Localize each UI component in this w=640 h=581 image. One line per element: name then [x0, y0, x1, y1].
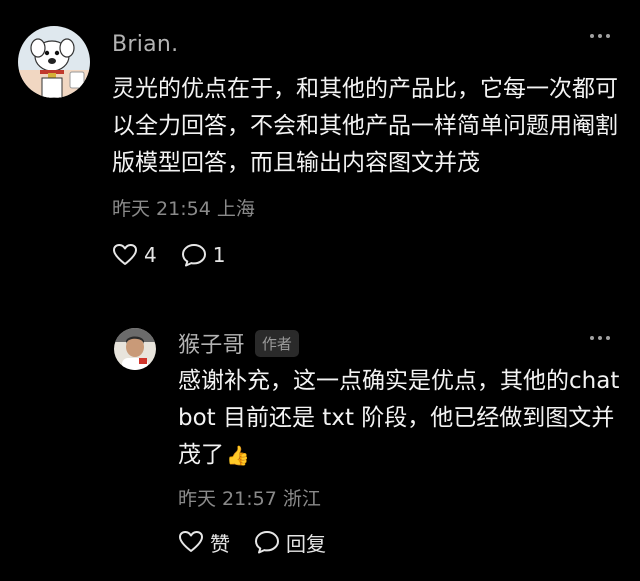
- person-photo-avatar-icon: [114, 328, 156, 370]
- heart-icon: [113, 244, 137, 265]
- cartoon-dog-avatar-icon: [18, 26, 90, 98]
- comment-body: Brian. 灵光的优点在于，和其他的产品比，它每一次都可以全力回答，不会和其他…: [112, 26, 628, 270]
- reply-button[interactable]: 回复: [254, 528, 326, 557]
- more-dot-icon: [598, 34, 602, 38]
- reply-body: 猴子哥 作者 感谢补充，这一点确实是优点，其他的chatbot 目前还是 txt…: [178, 328, 628, 557]
- reply-button[interactable]: 1: [181, 243, 226, 267]
- more-dot-icon: [590, 34, 594, 38]
- more-options-button[interactable]: [590, 336, 610, 340]
- reply-meta: 昨天 21:57 浙江: [178, 488, 321, 510]
- comment-actions: 4 1: [112, 240, 628, 270]
- heart-icon: [179, 531, 203, 552]
- comment-meta: 昨天 21:54 上海: [112, 198, 255, 220]
- reply-header: 猴子哥 作者: [178, 328, 628, 358]
- username[interactable]: Brian.: [112, 32, 178, 57]
- avatar[interactable]: [18, 26, 90, 98]
- thumbs-up-icon: 👍: [226, 445, 250, 467]
- username[interactable]: 猴子哥: [178, 327, 245, 359]
- like-count: 4: [144, 243, 157, 267]
- reply-actions: 赞 回复: [178, 527, 628, 557]
- like-label: 赞: [210, 531, 230, 556]
- more-dot-icon: [598, 336, 602, 340]
- more-dot-icon: [606, 34, 610, 38]
- like-button[interactable]: 赞: [178, 528, 230, 557]
- like-button[interactable]: 4: [112, 243, 157, 267]
- more-dot-icon: [606, 336, 610, 340]
- more-dot-icon: [590, 336, 594, 340]
- comment-text: 灵光的优点在于，和其他的产品比，它每一次都可以全力回答，不会和其他产品一样简单问…: [112, 76, 618, 176]
- comment-header: Brian.: [112, 26, 628, 62]
- reply-label: 回复: [286, 531, 326, 556]
- author-badge: 作者: [254, 329, 299, 357]
- comment-bubble-icon: [181, 244, 206, 267]
- avatar[interactable]: [114, 328, 156, 370]
- more-options-button[interactable]: [590, 34, 610, 38]
- comment-bubble-icon: [255, 531, 279, 554]
- reply-count: 1: [212, 243, 226, 267]
- reply-text: 感谢补充，这一点确实是优点，其他的chatbot 目前还是 txt 阶段，他已经…: [178, 363, 628, 475]
